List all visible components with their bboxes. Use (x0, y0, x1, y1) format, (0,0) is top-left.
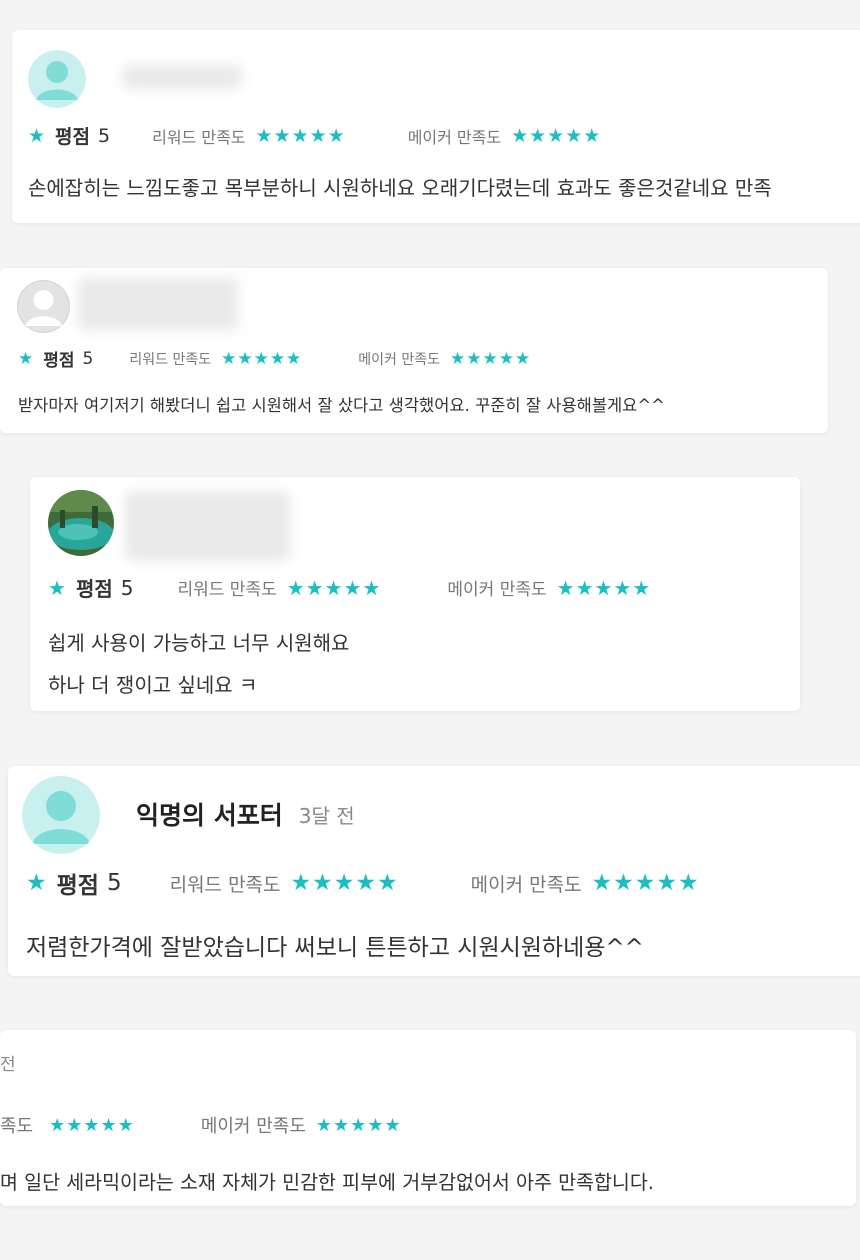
maker-satisfaction-label: 메이커 만족도 (200, 1116, 306, 1137)
score-label: 평점 (43, 351, 75, 371)
nature-photo-avatar-icon (48, 490, 114, 556)
score-label: 평점 (56, 873, 99, 899)
default-avatar-icon (17, 280, 70, 333)
star-icon: ★ (48, 575, 66, 600)
blurred-author-name (122, 65, 242, 89)
rating-row: ★ 평점 5 리워드 만족도 ★★★★★ 메이커 만족도 ★★★★★ (26, 866, 700, 900)
review-comment-line-1: 쉽게 사용이 가능하고 너무 시원해요 (48, 631, 350, 655)
author-name: 익명의 서포터 (136, 801, 283, 830)
reward-satisfaction-label: 리워드 만족도 (129, 351, 212, 368)
score-label: 평점 (75, 577, 113, 601)
score-label: 평점 (55, 126, 91, 148)
review-card-1: ★ 평점 5 리워드 만족도 ★★★★★ 메이커 만족도 ★★★★★ 손에잡히는… (12, 30, 860, 223)
maker-satisfaction-label: 메이커 만족도 (407, 127, 502, 147)
score-value: 5 (120, 575, 134, 600)
reward-stars: ★★★★★ (255, 124, 346, 147)
reward-satisfaction-label: 리워드 만족도 (152, 127, 246, 147)
star-icon: ★ (18, 348, 34, 369)
review-time: 3달 전 (298, 803, 355, 828)
reward-stars: ★★★★★ (290, 870, 399, 896)
review-comment: 며 일단 세라믹이라는 소재 자체가 민감한 피부에 거부감없어서 아주 만족합… (0, 1171, 655, 1194)
score-value: 5 (82, 348, 94, 369)
review-comment: 손에잡히는 느낌도좋고 목부분하니 시원하네요 오래기다렸는데 효과도 좋은것같… (28, 176, 772, 200)
review-card-3: ★ 평점 5 리워드 만족도 ★★★★★ 메이커 만족도 ★★★★★ 쉽게 사용… (30, 477, 800, 711)
reward-stars: ★★★★★ (49, 1114, 135, 1136)
blurred-author-name (78, 278, 238, 330)
maker-satisfaction-label: 메이커 만족도 (447, 580, 547, 600)
avatar (22, 776, 100, 854)
default-avatar-icon (28, 50, 86, 108)
blurred-author-name (125, 491, 290, 561)
review-comment: 받자마자 여기저기 해봤더니 쉽고 시원해서 잘 샀다고 생각했어요. 꾸준히 … (18, 396, 666, 415)
reward-satisfaction-label: 리워드 만족도 (169, 873, 281, 896)
rating-row: ★ 평점 5 리워드 만족도 ★★★★★ 메이커 만족도 ★★★★★ (28, 122, 601, 149)
avatar (48, 490, 114, 556)
reward-satisfaction-label: 리워드 만족도 (177, 580, 277, 600)
reward-satisfaction-label: 족도 (0, 1116, 34, 1137)
maker-stars: ★★★★★ (591, 870, 700, 896)
review-card-4: 익명의 서포터 3달 전 ★ 평점 5 리워드 만족도 ★★★★★ 메이커 만족… (8, 766, 860, 976)
reward-stars: ★★★★★ (286, 575, 382, 600)
avatar (17, 280, 70, 333)
maker-stars: ★★★★★ (450, 348, 532, 369)
review-comment: 저렴한가격에 잘받았습니다 써보니 튼튼하고 시원시원하네용^^ (26, 935, 644, 961)
review-comment-line-2: 하나 더 쟁이고 싶네요 ㅋ (48, 673, 258, 697)
maker-stars: ★★★★★ (556, 575, 652, 600)
score-value: 5 (106, 870, 122, 896)
maker-stars: ★★★★★ (315, 1114, 402, 1136)
review-time-partial: 전 (0, 1055, 16, 1075)
rating-row: 족도 ★★★★★ 메이커 만족도 ★★★★★ (0, 1112, 402, 1138)
reward-stars: ★★★★★ (221, 348, 303, 369)
review-card-2: ★ 평점 5 리워드 만족도 ★★★★★ 메이커 만족도 ★★★★★ 받자마자 … (0, 268, 828, 433)
rating-row: ★ 평점 5 리워드 만족도 ★★★★★ 메이커 만족도 ★★★★★ (18, 346, 532, 372)
author-row: 익명의 서포터 3달 전 (136, 796, 355, 832)
score-value: 5 (98, 124, 111, 147)
default-avatar-icon (22, 776, 100, 854)
star-icon: ★ (28, 124, 46, 147)
avatar (28, 50, 86, 108)
star-icon: ★ (26, 870, 47, 896)
review-card-5: 전 족도 ★★★★★ 메이커 만족도 ★★★★★ 며 일단 세라믹이라는 소재 … (0, 1030, 856, 1206)
rating-row: ★ 평점 5 리워드 만족도 ★★★★★ 메이커 만족도 ★★★★★ (48, 573, 651, 602)
maker-satisfaction-label: 메이커 만족도 (358, 351, 441, 368)
maker-satisfaction-label: 메이커 만족도 (470, 873, 582, 896)
maker-stars: ★★★★★ (511, 124, 602, 147)
